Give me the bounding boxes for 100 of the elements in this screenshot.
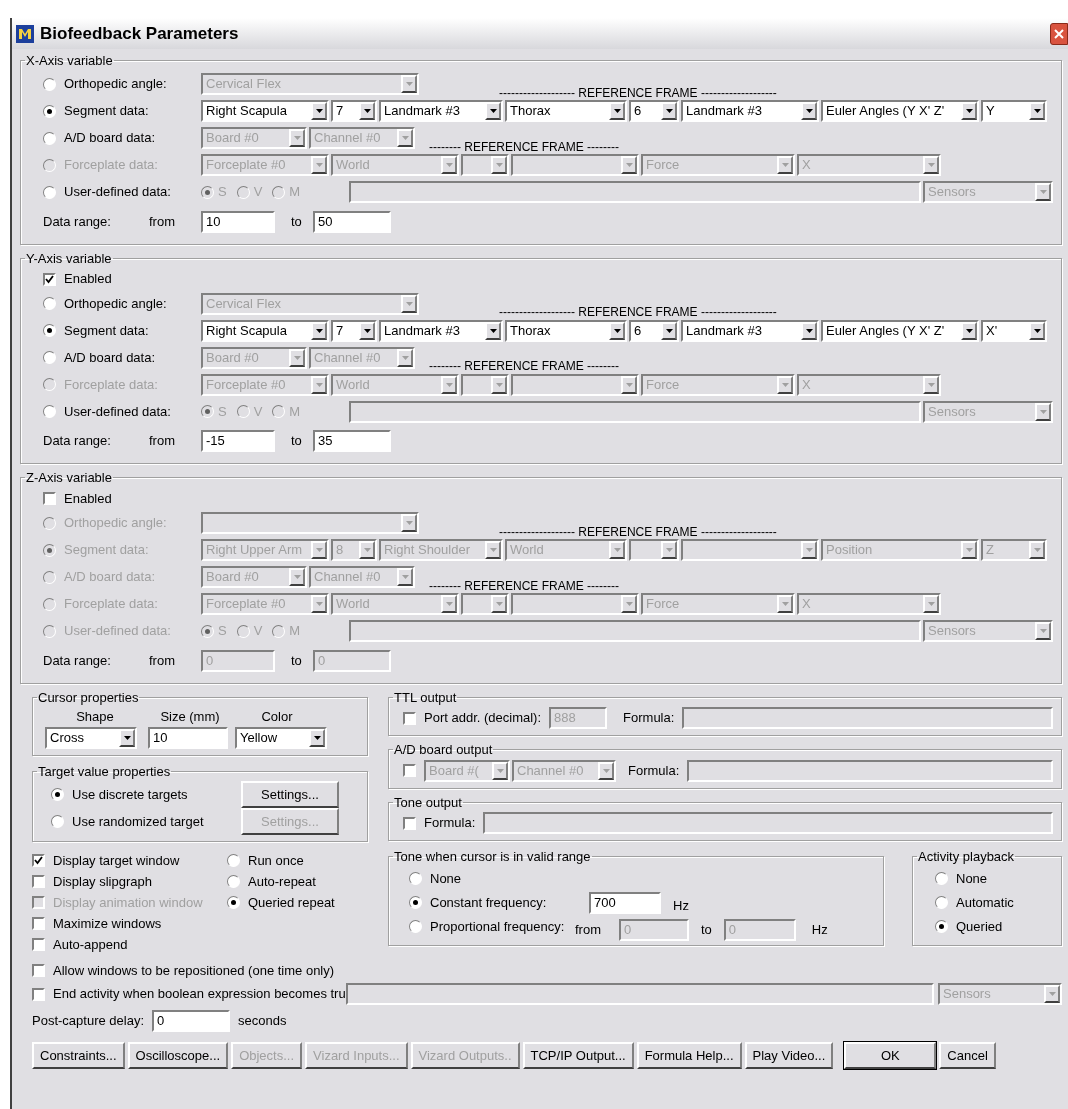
radio-button[interactable] <box>409 872 422 885</box>
field-label: to <box>701 920 712 939</box>
dropdown[interactable]: Thorax <box>505 100 627 122</box>
dialog-button[interactable]: Play Video... <box>744 1042 834 1069</box>
dropdown[interactable]: Right Scapula <box>201 100 329 122</box>
group-title: Cursor properties <box>37 688 140 707</box>
input-field[interactable] <box>682 707 1053 729</box>
radio-button[interactable] <box>227 875 240 888</box>
radio-label: A/D board data: <box>64 129 156 148</box>
dropdown[interactable]: Thorax <box>505 319 627 342</box>
radio-button[interactable] <box>43 185 56 199</box>
checkbox[interactable] <box>32 938 45 951</box>
checkbox[interactable] <box>32 854 45 867</box>
input-field[interactable] <box>687 759 1053 782</box>
input-field[interactable]: 35 <box>313 430 391 452</box>
dialog-button[interactable]: Settings... <box>241 781 339 808</box>
checkbox[interactable] <box>32 917 45 930</box>
radio-button[interactable] <box>236 405 250 418</box>
radio-button[interactable] <box>409 920 422 933</box>
checkbox[interactable] <box>43 272 56 286</box>
radio-button[interactable] <box>43 104 56 118</box>
input-field[interactable]: 0 <box>619 918 689 941</box>
unit-label: Hz <box>673 896 689 915</box>
input-field[interactable] <box>483 812 1053 834</box>
radio-button[interactable] <box>43 351 56 364</box>
field-label: Formula: <box>623 709 675 728</box>
radio-button[interactable] <box>51 815 64 828</box>
dialog-button[interactable]: Constraints... <box>32 1042 125 1069</box>
radio-button[interactable] <box>201 405 214 418</box>
dropdown[interactable]: Cross <box>45 726 137 749</box>
checkbox[interactable] <box>403 816 416 830</box>
radio-button[interactable] <box>272 405 286 418</box>
checkbox[interactable] <box>32 964 45 977</box>
radio-button[interactable] <box>43 297 56 310</box>
input-field[interactable]: 888 <box>549 707 608 729</box>
dropdown[interactable]: Board #( <box>424 759 510 782</box>
field-label: from <box>149 651 176 670</box>
checkbox[interactable] <box>32 875 45 888</box>
radio-button[interactable] <box>201 185 214 199</box>
radio-button[interactable] <box>236 185 250 199</box>
radio-button[interactable] <box>43 324 56 337</box>
dialog-button[interactable]: Formula Help... <box>636 1042 742 1069</box>
radio-button[interactable] <box>43 77 56 91</box>
dialog-button[interactable]: OK <box>844 1042 937 1069</box>
radio-button[interactable] <box>51 788 64 801</box>
group-title: X-Axis variable <box>25 52 114 70</box>
input-field[interactable]: 10 <box>201 210 275 233</box>
group-title: TTL output <box>393 688 458 707</box>
dropdown[interactable]: 6 <box>629 100 679 122</box>
dropdown[interactable]: Channel #0 <box>512 759 616 782</box>
dropdown[interactable]: Y <box>981 100 1047 122</box>
close-button[interactable] <box>1050 22 1068 45</box>
dropdown[interactable]: 6 <box>629 319 679 342</box>
input-field[interactable]: 0 <box>152 1010 230 1032</box>
dropdown[interactable]: Landmark #3 <box>379 100 503 122</box>
radio-button[interactable] <box>227 896 240 909</box>
dropdown[interactable]: Euler Angles (Y X' Z' <box>821 319 979 342</box>
checkbox[interactable] <box>43 492 56 505</box>
radio-label: Orthopedic angle: <box>64 75 167 94</box>
input-field[interactable] <box>345 983 934 1005</box>
checkbox-label: Enabled <box>64 489 112 508</box>
dropdown[interactable]: Euler Angles (Y X' Z' <box>821 100 979 122</box>
radio-button[interactable] <box>935 896 948 909</box>
dialog-button[interactable]: Cancel <box>939 1042 996 1069</box>
radio-label: S <box>218 183 227 202</box>
dropdown[interactable]: Right Scapula <box>201 319 329 342</box>
radio-label: Forceplate data: <box>64 156 158 175</box>
checkbox[interactable] <box>32 987 45 1001</box>
input-field[interactable]: 700 <box>589 891 661 914</box>
group-title: Activity playback <box>917 848 1016 866</box>
dropdown[interactable]: Yellow <box>235 726 327 749</box>
dropdown[interactable]: Landmark #3 <box>681 100 819 122</box>
radio-button[interactable] <box>43 131 56 145</box>
checkbox-label: Auto-append <box>53 935 128 954</box>
input-field[interactable]: 50 <box>313 210 391 233</box>
input-field[interactable]: 0 <box>723 918 796 941</box>
dialog-button[interactable]: Oscilloscope... <box>127 1042 229 1069</box>
input-field[interactable] <box>349 400 921 423</box>
dropdown[interactable]: X' <box>981 319 1047 342</box>
radio-button[interactable] <box>935 920 948 933</box>
dropdown[interactable]: Sensors <box>938 983 1062 1005</box>
input-field[interactable] <box>349 620 921 642</box>
radio-button[interactable] <box>935 872 948 885</box>
radio-button[interactable] <box>272 185 286 199</box>
dropdown[interactable]: 7 <box>331 100 377 122</box>
input-field[interactable] <box>349 181 921 203</box>
radio-button[interactable] <box>227 854 240 867</box>
section-heading: ------------------- REFERENCE FRAME ------------------- <box>499 84 777 102</box>
input-field[interactable]: -15 <box>201 430 275 452</box>
field-label: Data range: <box>43 432 112 451</box>
dialog-button[interactable]: TCP/IP Output... <box>522 1042 634 1069</box>
checkbox[interactable] <box>403 764 416 777</box>
dropdown[interactable]: Landmark #3 <box>379 319 503 342</box>
dropdown[interactable]: 7 <box>331 319 377 342</box>
radio-label: S <box>218 402 227 421</box>
dropdown[interactable]: Landmark #3 <box>681 319 819 342</box>
radio-button[interactable] <box>409 896 422 909</box>
checkbox[interactable] <box>403 711 416 725</box>
radio-button[interactable] <box>43 405 56 418</box>
input-field[interactable]: 10 <box>148 726 228 749</box>
